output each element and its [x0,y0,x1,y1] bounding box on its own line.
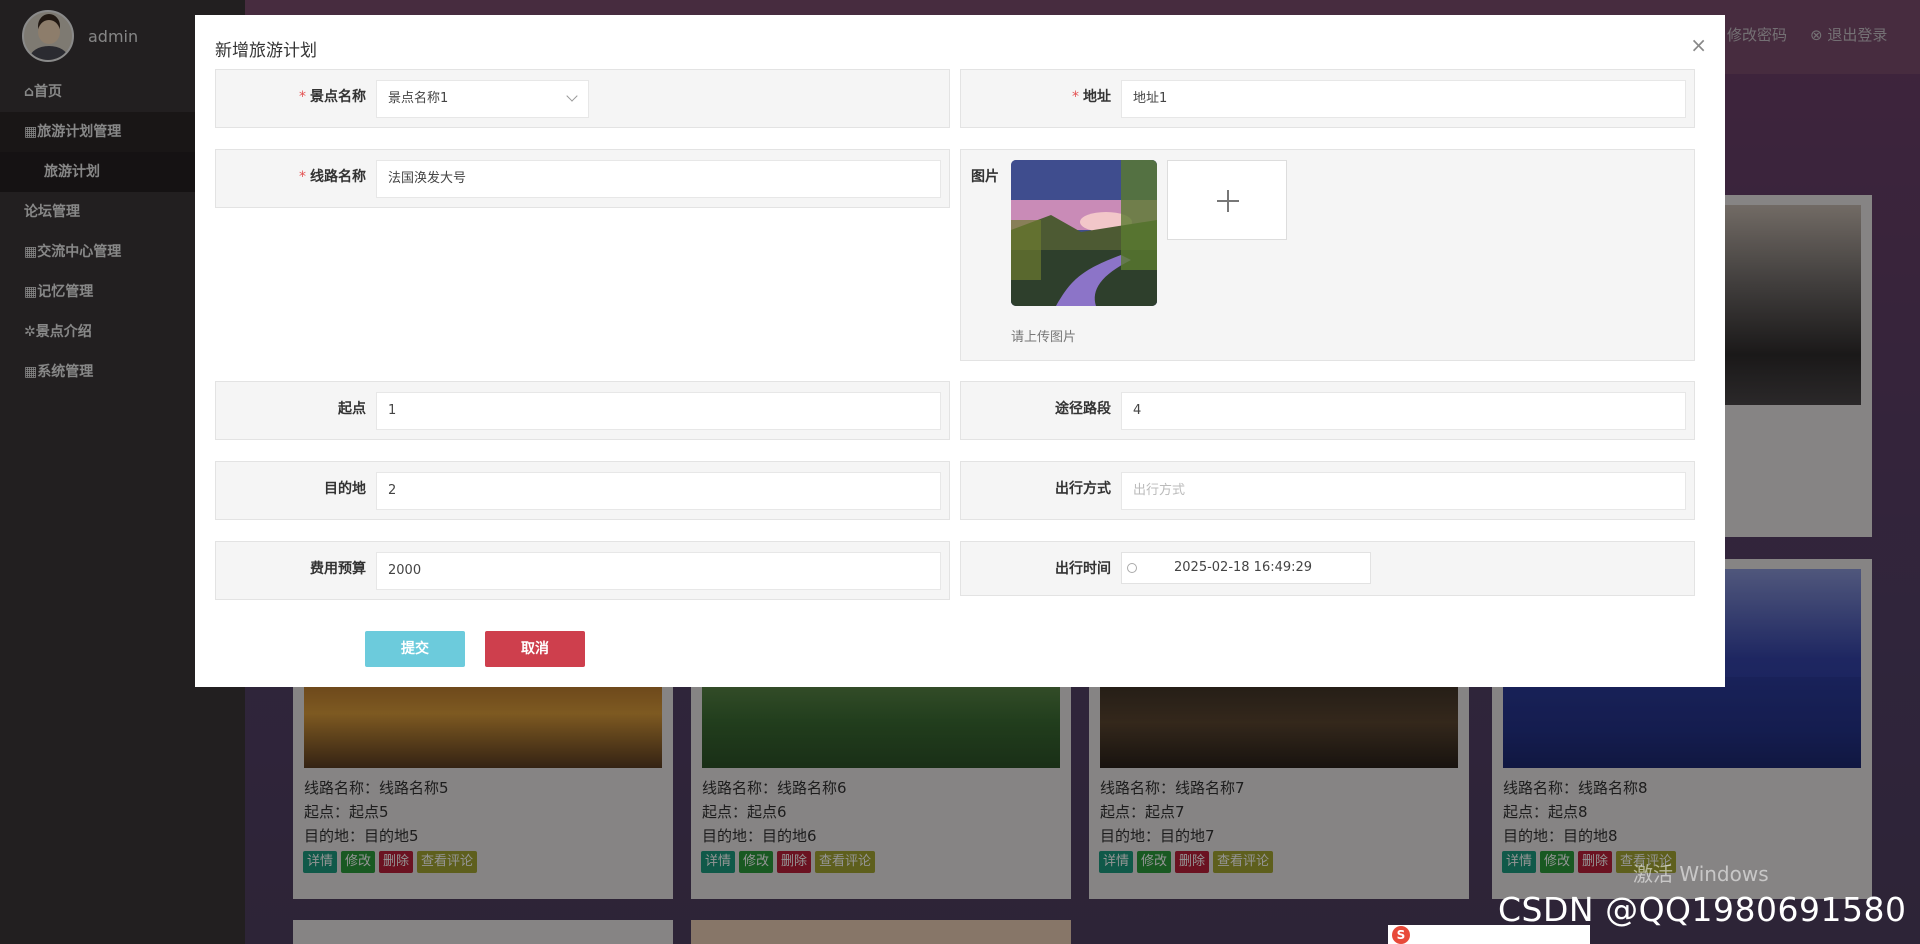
spot-name-select[interactable]: 景点名称1 [376,80,589,118]
spot-name-value: 景点名称1 [388,91,449,106]
ime-logo-icon: S [1392,926,1410,944]
destination-row: 目的地 2 [215,461,950,520]
budget-row: 费用预算 2000 [215,541,950,600]
transport-label: 出行方式 [1055,481,1111,497]
address-label: * 地址 [1072,89,1111,105]
budget-input[interactable]: 2000 [376,552,941,590]
transport-input[interactable]: 出行方式 [1121,472,1686,510]
dialog-title: 新增旅游计划 [215,41,317,61]
depart-time-label: 出行时间 [1055,561,1111,577]
close-icon[interactable]: × [1690,33,1707,57]
cancel-button[interactable]: 取消 [485,631,585,667]
uploaded-image[interactable] [1011,160,1157,306]
route-name-input[interactable]: 法国涣发大号 [376,160,941,198]
plus-icon-v [1227,190,1229,212]
waypoints-label: 途径路段 [1055,401,1111,417]
route-name-row: * 线路名称 法国涣发大号 [215,149,950,208]
upload-hint: 请上传图片 [1011,330,1077,345]
address-row: * 地址 地址1 [960,69,1695,128]
depart-time-value: 2025-02-18 16:49:29 [1174,560,1313,575]
route-name-label: * 线路名称 [299,169,366,185]
add-travel-plan-dialog: 新增旅游计划 × * 景点名称 景点名称1 * 地址 地址1 * 线路名称 法国涣发大… [195,15,1725,687]
clock-icon [1127,563,1137,573]
windows-activation-notice: 激活 Windows [1633,862,1769,886]
chevron-down-icon [566,90,578,102]
picture-label: 图片 [971,169,999,185]
destination-label: 目的地 [324,481,366,497]
depart-time-picker[interactable]: 2025-02-18 16:49:29 [1121,552,1371,584]
upload-button[interactable] [1167,160,1287,240]
start-label: 起点 [338,401,366,417]
spot-name-row: * 景点名称 景点名称1 [215,69,950,128]
spot-name-label: * 景点名称 [299,89,366,105]
ime-toolbar[interactable]: S [1388,925,1590,944]
waypoints-row: 途径路段 4 [960,381,1695,440]
transport-row: 出行方式 出行方式 [960,461,1695,520]
start-row: 起点 1 [215,381,950,440]
landscape-image [1011,160,1157,306]
address-input[interactable]: 地址1 [1121,80,1686,118]
picture-row: 图片 请上传图片 [960,149,1695,361]
destination-input[interactable]: 2 [376,472,941,510]
depart-time-row: 出行时间 2025-02-18 16:49:29 [960,541,1695,596]
budget-label: 费用预算 [310,561,366,577]
csdn-watermark: CSDN @QQ1980691580 [1498,890,1907,929]
waypoints-input[interactable]: 4 [1121,392,1686,430]
submit-button[interactable]: 提交 [365,631,465,667]
start-input[interactable]: 1 [376,392,941,430]
